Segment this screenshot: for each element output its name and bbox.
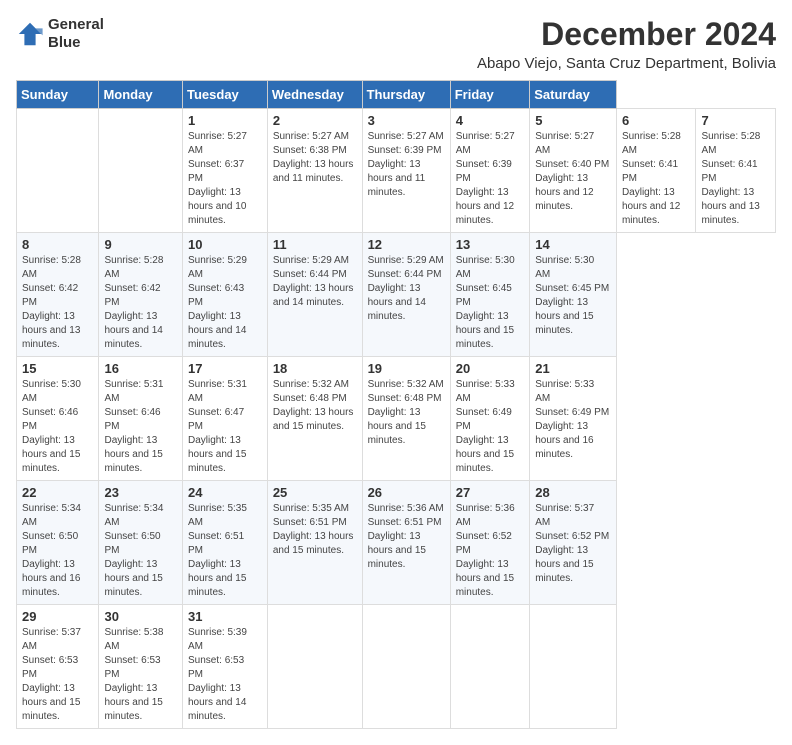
calendar-header-sunday: Sunday <box>17 81 99 109</box>
calendar-cell-day-6: 6Sunrise: 5:28 AMSunset: 6:41 PMDaylight… <box>616 109 696 233</box>
calendar-table: SundayMondayTuesdayWednesdayThursdayFrid… <box>16 80 776 729</box>
calendar-cell-day-16: 16Sunrise: 5:31 AMSunset: 6:46 PMDayligh… <box>99 357 183 481</box>
empty-cell <box>450 605 530 729</box>
subtitle: Abapo Viejo, Santa Cruz Department, Boli… <box>477 55 776 72</box>
calendar-header-friday: Friday <box>450 81 530 109</box>
main-title: December 2024 <box>477 16 776 53</box>
empty-cell <box>17 109 99 233</box>
calendar-body: 1Sunrise: 5:27 AMSunset: 6:37 PMDaylight… <box>17 109 776 729</box>
calendar-cell-day-19: 19Sunrise: 5:32 AMSunset: 6:48 PMDayligh… <box>362 357 450 481</box>
empty-cell <box>362 605 450 729</box>
calendar-cell-day-31: 31Sunrise: 5:39 AMSunset: 6:53 PMDayligh… <box>183 605 268 729</box>
calendar-cell-day-15: 15Sunrise: 5:30 AMSunset: 6:46 PMDayligh… <box>17 357 99 481</box>
calendar-cell-day-13: 13Sunrise: 5:30 AMSunset: 6:45 PMDayligh… <box>450 233 530 357</box>
logo: General Blue <box>16 16 104 52</box>
calendar-cell-day-28: 28Sunrise: 5:37 AMSunset: 6:52 PMDayligh… <box>530 481 617 605</box>
page-header: General Blue December 2024 Abapo Viejo, … <box>16 16 776 72</box>
calendar-cell-day-2: 2Sunrise: 5:27 AMSunset: 6:38 PMDaylight… <box>267 109 362 233</box>
calendar-cell-day-25: 25Sunrise: 5:35 AMSunset: 6:51 PMDayligh… <box>267 481 362 605</box>
calendar-cell-day-30: 30Sunrise: 5:38 AMSunset: 6:53 PMDayligh… <box>99 605 183 729</box>
calendar-cell-day-3: 3Sunrise: 5:27 AMSunset: 6:39 PMDaylight… <box>362 109 450 233</box>
calendar-cell-day-11: 11Sunrise: 5:29 AMSunset: 6:44 PMDayligh… <box>267 233 362 357</box>
calendar-cell-day-8: 8Sunrise: 5:28 AMSunset: 6:42 PMDaylight… <box>17 233 99 357</box>
calendar-header-saturday: Saturday <box>530 81 617 109</box>
empty-cell <box>530 605 617 729</box>
calendar-cell-day-26: 26Sunrise: 5:36 AMSunset: 6:51 PMDayligh… <box>362 481 450 605</box>
calendar-header-row: SundayMondayTuesdayWednesdayThursdayFrid… <box>17 81 776 109</box>
calendar-header-tuesday: Tuesday <box>183 81 268 109</box>
empty-cell <box>99 109 183 233</box>
calendar-cell-day-9: 9Sunrise: 5:28 AMSunset: 6:42 PMDaylight… <box>99 233 183 357</box>
calendar-header-wednesday: Wednesday <box>267 81 362 109</box>
calendar-cell-day-27: 27Sunrise: 5:36 AMSunset: 6:52 PMDayligh… <box>450 481 530 605</box>
logo-icon <box>16 20 44 48</box>
calendar-cell-day-14: 14Sunrise: 5:30 AMSunset: 6:45 PMDayligh… <box>530 233 617 357</box>
calendar-header-monday: Monday <box>99 81 183 109</box>
calendar-cell-day-17: 17Sunrise: 5:31 AMSunset: 6:47 PMDayligh… <box>183 357 268 481</box>
calendar-cell-day-7: 7Sunrise: 5:28 AMSunset: 6:41 PMDaylight… <box>696 109 776 233</box>
calendar-cell-day-29: 29Sunrise: 5:37 AMSunset: 6:53 PMDayligh… <box>17 605 99 729</box>
calendar-cell-day-10: 10Sunrise: 5:29 AMSunset: 6:43 PMDayligh… <box>183 233 268 357</box>
empty-cell <box>267 605 362 729</box>
calendar-cell-day-23: 23Sunrise: 5:34 AMSunset: 6:50 PMDayligh… <box>99 481 183 605</box>
calendar-cell-day-18: 18Sunrise: 5:32 AMSunset: 6:48 PMDayligh… <box>267 357 362 481</box>
calendar-cell-day-5: 5Sunrise: 5:27 AMSunset: 6:40 PMDaylight… <box>530 109 617 233</box>
calendar-cell-day-21: 21Sunrise: 5:33 AMSunset: 6:49 PMDayligh… <box>530 357 617 481</box>
calendar-header-thursday: Thursday <box>362 81 450 109</box>
calendar-cell-day-24: 24Sunrise: 5:35 AMSunset: 6:51 PMDayligh… <box>183 481 268 605</box>
calendar-cell-day-20: 20Sunrise: 5:33 AMSunset: 6:49 PMDayligh… <box>450 357 530 481</box>
calendar-cell-day-12: 12Sunrise: 5:29 AMSunset: 6:44 PMDayligh… <box>362 233 450 357</box>
calendar-cell-day-4: 4Sunrise: 5:27 AMSunset: 6:39 PMDaylight… <box>450 109 530 233</box>
logo-text: General Blue <box>48 16 104 52</box>
calendar-cell-day-22: 22Sunrise: 5:34 AMSunset: 6:50 PMDayligh… <box>17 481 99 605</box>
calendar-cell-day-1: 1Sunrise: 5:27 AMSunset: 6:37 PMDaylight… <box>183 109 268 233</box>
title-section: December 2024 Abapo Viejo, Santa Cruz De… <box>477 16 776 72</box>
